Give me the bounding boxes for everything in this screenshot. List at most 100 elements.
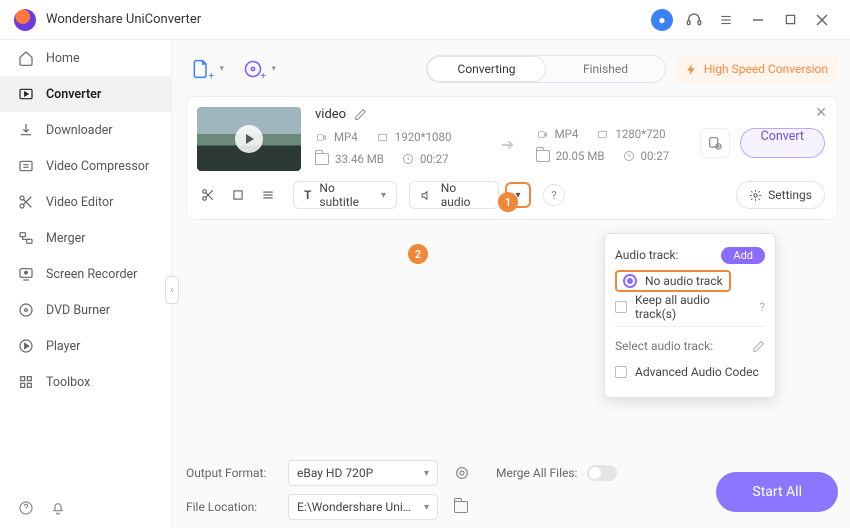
user-avatar[interactable]: ●	[648, 6, 676, 34]
sidebar-item-label: Home	[46, 51, 80, 66]
crop-icon[interactable]	[231, 188, 245, 202]
maximize-button[interactable]	[776, 6, 804, 34]
dst-format: MP4	[555, 127, 579, 141]
folder-icon	[536, 150, 550, 162]
add-audio-button[interactable]: Add	[721, 247, 765, 264]
no-audio-option[interactable]: No audio track	[615, 270, 731, 292]
radio-selected-icon	[623, 274, 637, 288]
convert-tabs: Converting Finished	[426, 55, 666, 83]
callout-badge-2: 2	[408, 244, 428, 264]
start-all-button[interactable]: Start All	[716, 472, 838, 512]
sidebar-item-label: Screen Recorder	[46, 267, 137, 282]
sidebar-item-dvd[interactable]: DVD Burner	[0, 292, 171, 328]
file-settings-button[interactable]: Settings	[736, 181, 825, 209]
compress-icon	[18, 158, 34, 174]
titlebar: Wondershare UniConverter ●	[0, 0, 850, 40]
keep-all-tracks-option[interactable]: Keep all audio track(s) ?	[615, 294, 765, 320]
converter-icon	[18, 86, 34, 102]
scissors-icon	[18, 194, 34, 210]
sidebar-item-toolbox[interactable]: Toolbox	[0, 364, 171, 400]
subtitle-select[interactable]: T No subtitle ▾	[293, 181, 397, 209]
sidebar-item-player[interactable]: Player	[0, 328, 171, 364]
sidebar-item-editor[interactable]: Video Editor	[0, 184, 171, 220]
sidebar-item-label: Merger	[46, 231, 86, 246]
list-icon[interactable]	[261, 188, 275, 202]
merge-toggle[interactable]	[587, 465, 617, 481]
grid-icon	[18, 374, 34, 390]
support-icon[interactable]	[680, 6, 708, 34]
close-button[interactable]	[808, 6, 836, 34]
gear-icon	[749, 189, 762, 202]
add-file-button[interactable]: +▾	[186, 54, 216, 84]
advanced-codec-option[interactable]: Advanced Audio Codec	[615, 359, 765, 385]
sidebar-item-label: Converter	[46, 87, 101, 102]
help-icon[interactable]: ?	[759, 300, 765, 314]
sidebar-item-label: DVD Burner	[46, 303, 110, 318]
topbar: +▾ +▾ Converting Finished High Speed Con…	[186, 50, 838, 88]
format-settings-icon[interactable]	[454, 465, 470, 481]
main-panel: +▾ +▾ Converting Finished High Speed Con…	[172, 40, 850, 528]
help-icon[interactable]: ?	[543, 184, 565, 206]
open-folder-icon[interactable]	[454, 501, 468, 513]
callout-badge-1: 1	[498, 192, 518, 212]
output-format-label: Output Format:	[186, 466, 278, 480]
src-dur: 00:27	[420, 152, 449, 166]
sidebar-item-merger[interactable]: Merger	[0, 220, 171, 256]
merge-label: Merge All Files:	[496, 466, 577, 480]
sidebar-item-label: Toolbox	[46, 375, 90, 390]
speaker-icon	[420, 189, 433, 202]
video-icon	[315, 132, 328, 143]
tab-finished[interactable]: Finished	[546, 56, 665, 82]
checkbox-icon	[615, 301, 627, 313]
high-speed-conversion[interactable]: High Speed Conversion	[675, 56, 838, 82]
tab-converting[interactable]: Converting	[427, 56, 546, 82]
output-format-select[interactable]: eBay HD 720P▾	[288, 460, 438, 486]
merge-icon	[18, 230, 34, 246]
add-dvd-button[interactable]: +▾	[238, 54, 268, 84]
app-logo	[14, 9, 36, 31]
sidebar-item-label: Player	[46, 339, 80, 354]
bell-icon[interactable]	[50, 500, 66, 516]
file-location-label: File Location:	[186, 500, 278, 514]
trim-icon[interactable]	[201, 188, 215, 202]
sidebar-item-downloader[interactable]: Downloader	[0, 112, 171, 148]
download-icon	[18, 122, 34, 138]
menu-icon[interactable]	[712, 6, 740, 34]
audio-track-popup: Audio track: Add No audio track Keep all…	[604, 233, 776, 398]
sidebar-item-label: Video Compressor	[46, 159, 149, 174]
popup-header: Audio track:	[615, 248, 678, 262]
folder-icon	[315, 153, 329, 165]
minimize-button[interactable]	[744, 6, 772, 34]
res-icon	[376, 132, 389, 143]
video-title: video	[315, 107, 346, 122]
bolt-icon	[685, 63, 698, 76]
dst-dur: 00:27	[641, 149, 670, 163]
sidebar-item-compressor[interactable]: Video Compressor	[0, 148, 171, 184]
play-overlay-icon	[235, 125, 263, 153]
sidebar-item-recorder[interactable]: Screen Recorder	[0, 256, 171, 292]
src-res: 1920*1080	[395, 130, 452, 144]
sidebar-item-converter[interactable]: Converter	[0, 76, 171, 112]
clock-icon	[623, 150, 635, 162]
convert-button[interactable]: Convert	[740, 128, 825, 158]
dst-res: 1280*720	[615, 127, 665, 141]
clock-icon	[402, 153, 414, 165]
sidebar-item-home[interactable]: Home	[0, 40, 171, 76]
src-size: 33.46 MB	[335, 152, 384, 166]
res-icon	[596, 129, 609, 140]
video-icon	[536, 129, 549, 140]
disc-icon	[18, 302, 34, 318]
card-close[interactable]: ✕	[815, 105, 827, 121]
edit-title-icon[interactable]	[354, 108, 367, 121]
play-icon	[18, 338, 34, 354]
sidebar-item-label: Downloader	[46, 123, 113, 138]
video-thumbnail[interactable]	[197, 107, 301, 171]
dst-size: 20.05 MB	[556, 149, 605, 163]
audio-select[interactable]: No audio	[409, 181, 499, 209]
sidebar-item-label: Video Editor	[46, 195, 113, 210]
edit-icon[interactable]	[752, 340, 765, 353]
output-settings-icon[interactable]	[700, 128, 730, 158]
recorder-icon	[18, 266, 34, 282]
file-location-select[interactable]: E:\Wondershare UniConverter▾	[288, 494, 438, 520]
help-icon[interactable]	[18, 500, 34, 516]
